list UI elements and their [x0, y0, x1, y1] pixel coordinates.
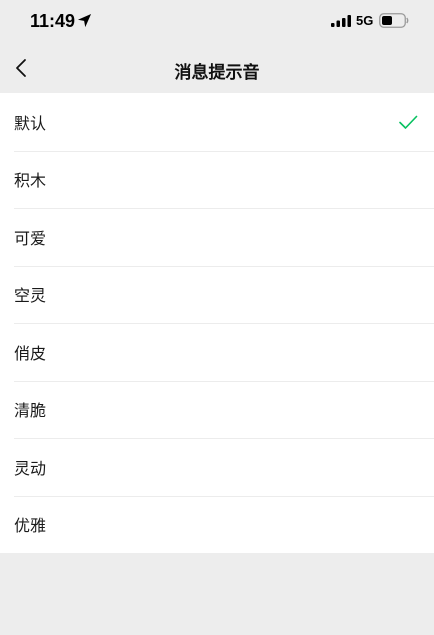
battery-icon [379, 13, 409, 28]
navigation-bar: 消息提示音 [0, 44, 434, 93]
sound-option[interactable]: 默认 [0, 93, 434, 151]
location-arrow-icon [77, 13, 92, 28]
sound-option[interactable]: 俏皮 [0, 323, 434, 381]
sound-list: 默认 积木 可爱 空灵 俏皮 清脆 灵动 优雅 [0, 93, 434, 553]
sound-option-label: 灵动 [14, 458, 47, 478]
sound-option-label: 清脆 [14, 401, 47, 421]
check-icon [399, 115, 418, 129]
status-bar: 11:49 5G [0, 0, 434, 44]
sound-option[interactable]: 可爱 [0, 208, 434, 266]
sound-option-label: 空灵 [14, 286, 47, 306]
sound-option-label: 可爱 [14, 228, 47, 248]
sound-option-label: 积木 [14, 171, 47, 191]
sound-option[interactable]: 积木 [0, 150, 434, 209]
sound-option-label: 默认 [14, 113, 47, 133]
sound-option-label: 俏皮 [14, 343, 47, 363]
sound-option[interactable]: 清脆 [0, 380, 434, 439]
status-time: 11:49 [30, 11, 76, 31]
page-title: 消息提示音 [174, 63, 260, 83]
sound-option-label: 优雅 [14, 516, 47, 536]
sound-option[interactable]: 灵动 [0, 438, 434, 496]
signal-icon [331, 15, 351, 27]
network-type: 5G [356, 13, 374, 28]
sound-option[interactable]: 优雅 [0, 495, 434, 554]
sound-option[interactable]: 空灵 [0, 265, 434, 324]
